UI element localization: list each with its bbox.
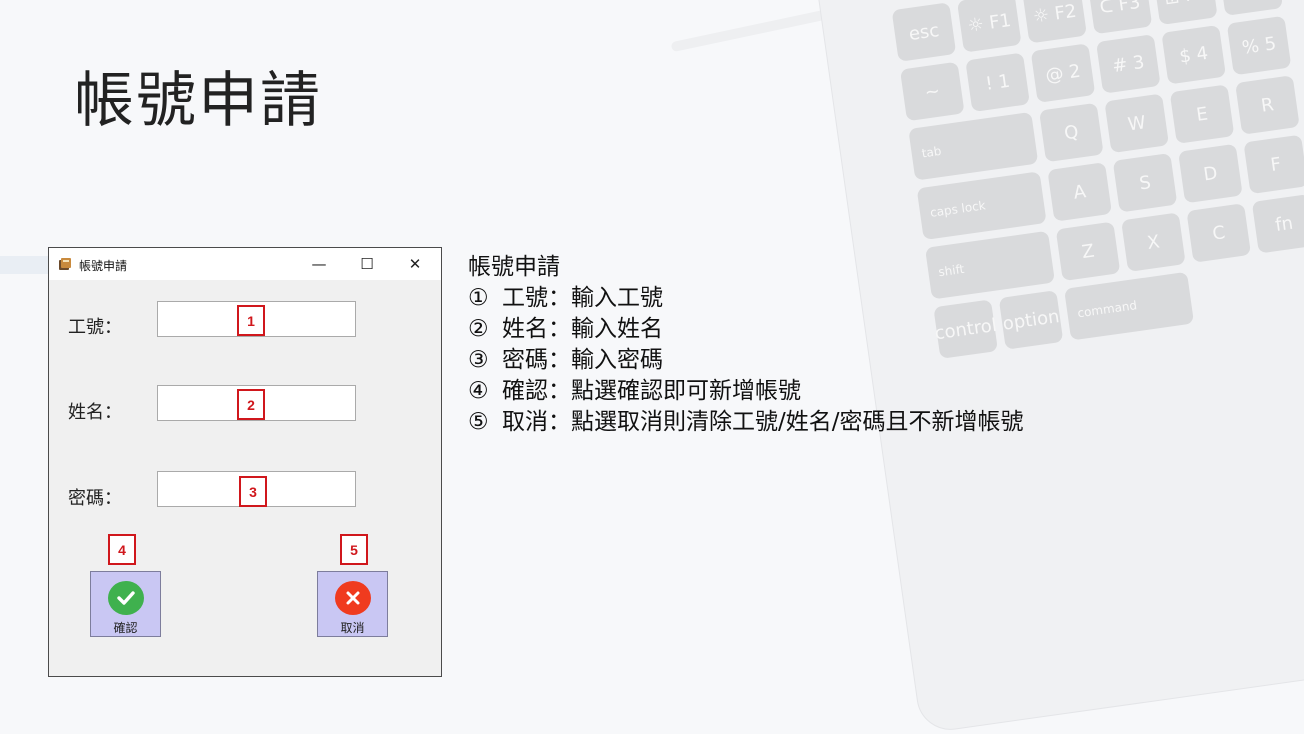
keyboard-key: A: [1047, 162, 1113, 222]
keyboard-key: S: [1112, 152, 1178, 213]
keyboard-key: command: [1064, 271, 1195, 341]
keyboard-key: X: [1121, 212, 1186, 272]
list-item: ③ 密碼：輸入密碼: [468, 347, 663, 373]
name-label: 姓名：: [68, 402, 122, 423]
keyboard-key: esc: [891, 2, 957, 62]
instruction-heading: 帳號申請: [468, 254, 560, 280]
slide-accent-bar: [0, 256, 48, 274]
list-item: ② 姓名：輸入姓名: [468, 316, 663, 342]
keyboard-key: fn: [1251, 193, 1304, 254]
marker-badge: 1: [237, 305, 265, 336]
marker-badge: 2: [237, 389, 265, 420]
keyboard-key: % 5: [1226, 15, 1292, 76]
keyboard-key: E: [1169, 84, 1235, 144]
check-icon: [107, 581, 144, 615]
window-titlebar[interactable]: 帳號申請 — ☐ ✕: [49, 248, 441, 280]
close-circle-icon: [334, 581, 371, 615]
maximize-button[interactable]: ☐: [343, 248, 391, 280]
employee-id-label: 工號：: [68, 317, 122, 338]
marker-badge: 4: [108, 534, 136, 565]
list-item: ④ 確認：點選確認即可新增帳號: [468, 378, 801, 404]
keyboard-key: @ 2: [1030, 43, 1096, 103]
cancel-button[interactable]: 取消: [317, 571, 388, 637]
marker-badge: 5: [340, 534, 368, 565]
close-button[interactable]: ✕: [391, 248, 439, 280]
keyboard-key: D: [1178, 143, 1243, 204]
keyboard-key: # 3: [1096, 34, 1161, 94]
cancel-button-label: 取消: [340, 621, 365, 635]
page-title: 帳號申請: [74, 66, 322, 136]
keyboard-key: F: [1243, 134, 1304, 195]
keyboard-key: [1218, 0, 1284, 16]
keyboard-key: R: [1235, 75, 1300, 135]
minimize-button[interactable]: —: [295, 248, 343, 280]
keyboard-key: tab: [908, 111, 1039, 181]
keyboard-key: ᑕ F3: [1087, 0, 1153, 35]
keyboard-key: C: [1186, 203, 1252, 263]
keyboard-key: ☼ F1: [956, 0, 1022, 53]
confirm-button[interactable]: 確認: [90, 571, 161, 637]
list-item: ① 工號：輸入工號: [468, 285, 663, 311]
list-item: ⑤ 取消：點選取消則清除工號/姓名/密碼且不新增帳號: [468, 409, 1024, 435]
keyboard-key: $ 4: [1161, 24, 1227, 85]
keyboard-key: Z: [1055, 221, 1121, 282]
instruction-list: 帳號申請 ① 工號：輸入工號 ② 姓名：輸入姓名 ③ 密碼：輸入密碼 ④ 確認：點選確認…: [468, 252, 1024, 438]
keyboard-key: W: [1104, 93, 1170, 154]
keyboard-key: ⊞ F4: [1153, 0, 1218, 26]
password-label: 密碼：: [68, 488, 122, 509]
keyboard-key: ☼ F2: [1022, 0, 1087, 44]
keyboard-key: Q: [1038, 102, 1104, 163]
keyboard-key: caps lock: [916, 171, 1047, 241]
account-application-window: 帳號申請 — ☐ ✕ 工號： 1 姓名： 2 密碼： 3 4 5 確認 取消: [48, 247, 442, 677]
marker-badge: 3: [239, 476, 267, 507]
confirm-button-label: 確認: [113, 621, 138, 635]
app-book-icon: [59, 258, 71, 270]
keyboard-key: ! 1: [965, 52, 1030, 113]
window-title: 帳號申請: [79, 259, 128, 273]
keyboard-key: ~: [899, 61, 965, 122]
